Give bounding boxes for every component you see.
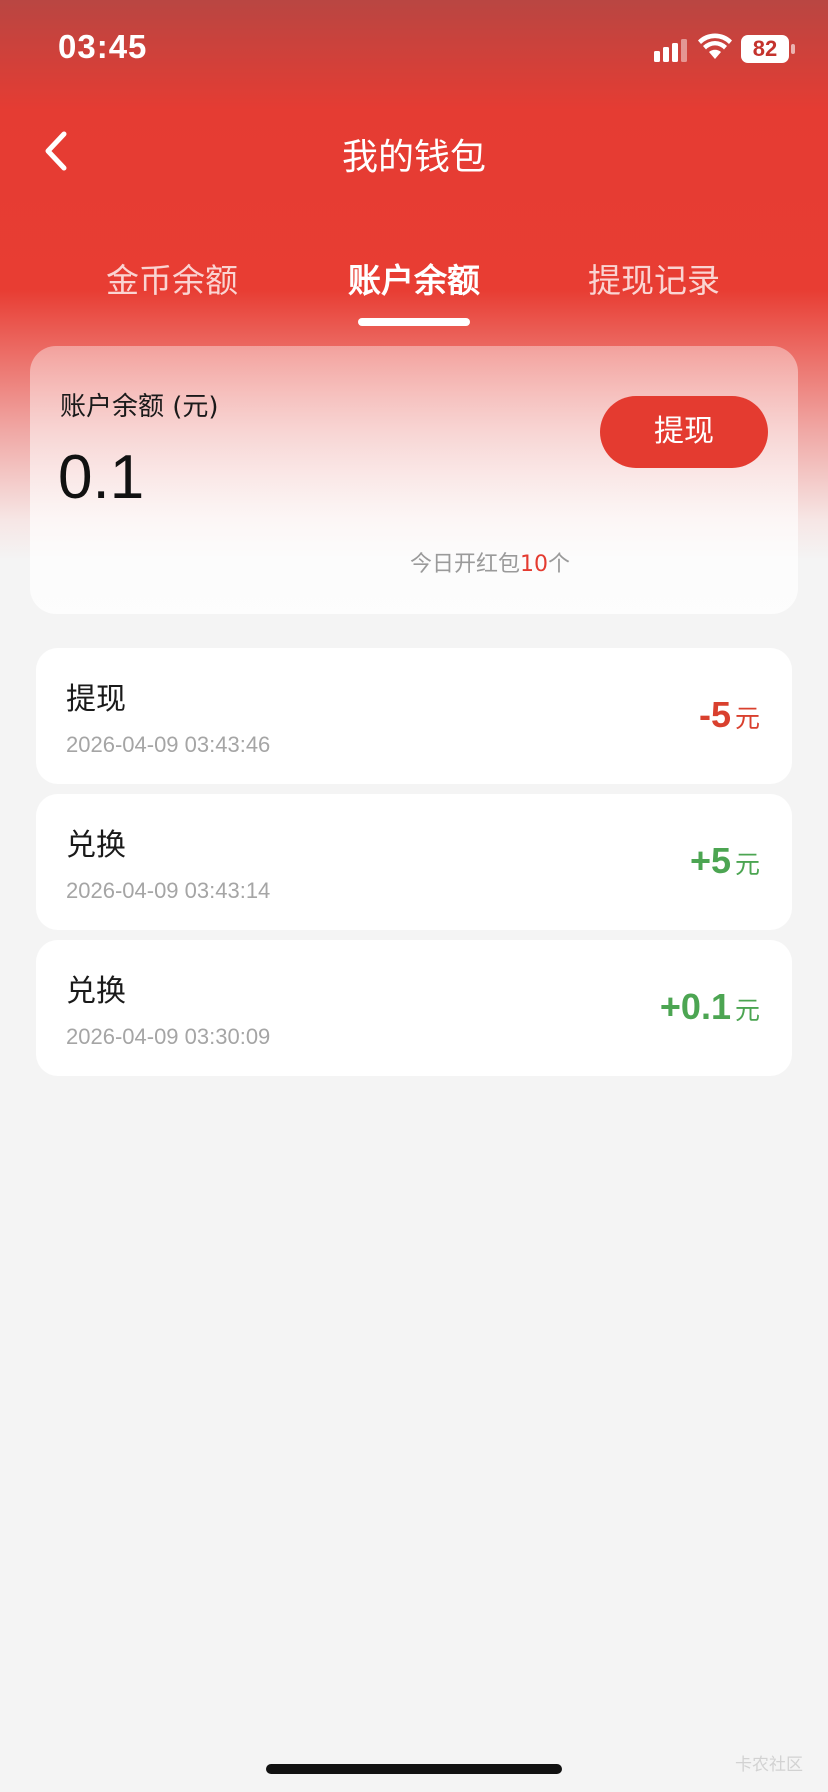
record-title: 兑换 [66,974,126,1009]
today-suffix: 个 [548,552,571,577]
watermark: 卡农社区 [735,1755,803,1775]
record-amount-unit: 元 [734,996,760,1025]
today-red-packet-info: 今日开红包10个 [410,546,570,578]
tab-withdraw-records[interactable]: 提现记录 [534,254,774,302]
balance-card: 账户余额 (元) 0.1 提现 今日开红包10个 [30,346,798,614]
record-time: 2026-04-09 03:30:09 [66,1024,271,1049]
record-amount-unit: 元 [734,704,760,733]
record-amount: -5 元 [699,694,760,736]
active-tab-indicator [358,318,470,326]
record-item: 兑换 2026-04-09 03:30:09 +0.1 元 [36,940,792,1076]
record-title: 提现 [66,682,126,717]
record-time: 2026-04-09 03:43:46 [66,732,271,757]
record-item: 提现 2026-04-09 03:43:46 -5 元 [36,648,792,784]
balance-value: 0.1 [58,443,145,512]
battery-level: 82 [752,36,778,61]
record-title: 兑换 [66,828,126,863]
today-count: 10 [520,552,549,577]
balance-label: 账户余额 (元) [60,392,219,422]
record-amount: +0.1 元 [660,986,760,1028]
record-amount-value: -5 [698,694,731,735]
record-item: 兑换 2026-04-09 03:43:14 +5 元 [36,794,792,930]
record-amount-value: +0.1 [659,986,731,1027]
record-amount-value: +5 [689,840,731,881]
home-indicator[interactable] [266,1764,562,1774]
withdraw-button[interactable]: 提现 [600,396,768,468]
record-time: 2026-04-09 03:43:14 [66,878,271,903]
wifi-icon [698,33,732,59]
tab-account-balance[interactable]: 账户余额 [294,254,534,302]
page-title: 我的钱包 [341,137,486,178]
today-prefix: 今日开红包 [410,552,521,577]
signal-icon [654,39,687,62]
status-bar: 03:45 82 [0,0,828,100]
record-amount-unit: 元 [734,850,760,879]
tab-coin-balance[interactable]: 金币余额 [52,254,292,302]
status-time: 03:45 [58,28,148,65]
record-amount: +5 元 [690,840,760,882]
